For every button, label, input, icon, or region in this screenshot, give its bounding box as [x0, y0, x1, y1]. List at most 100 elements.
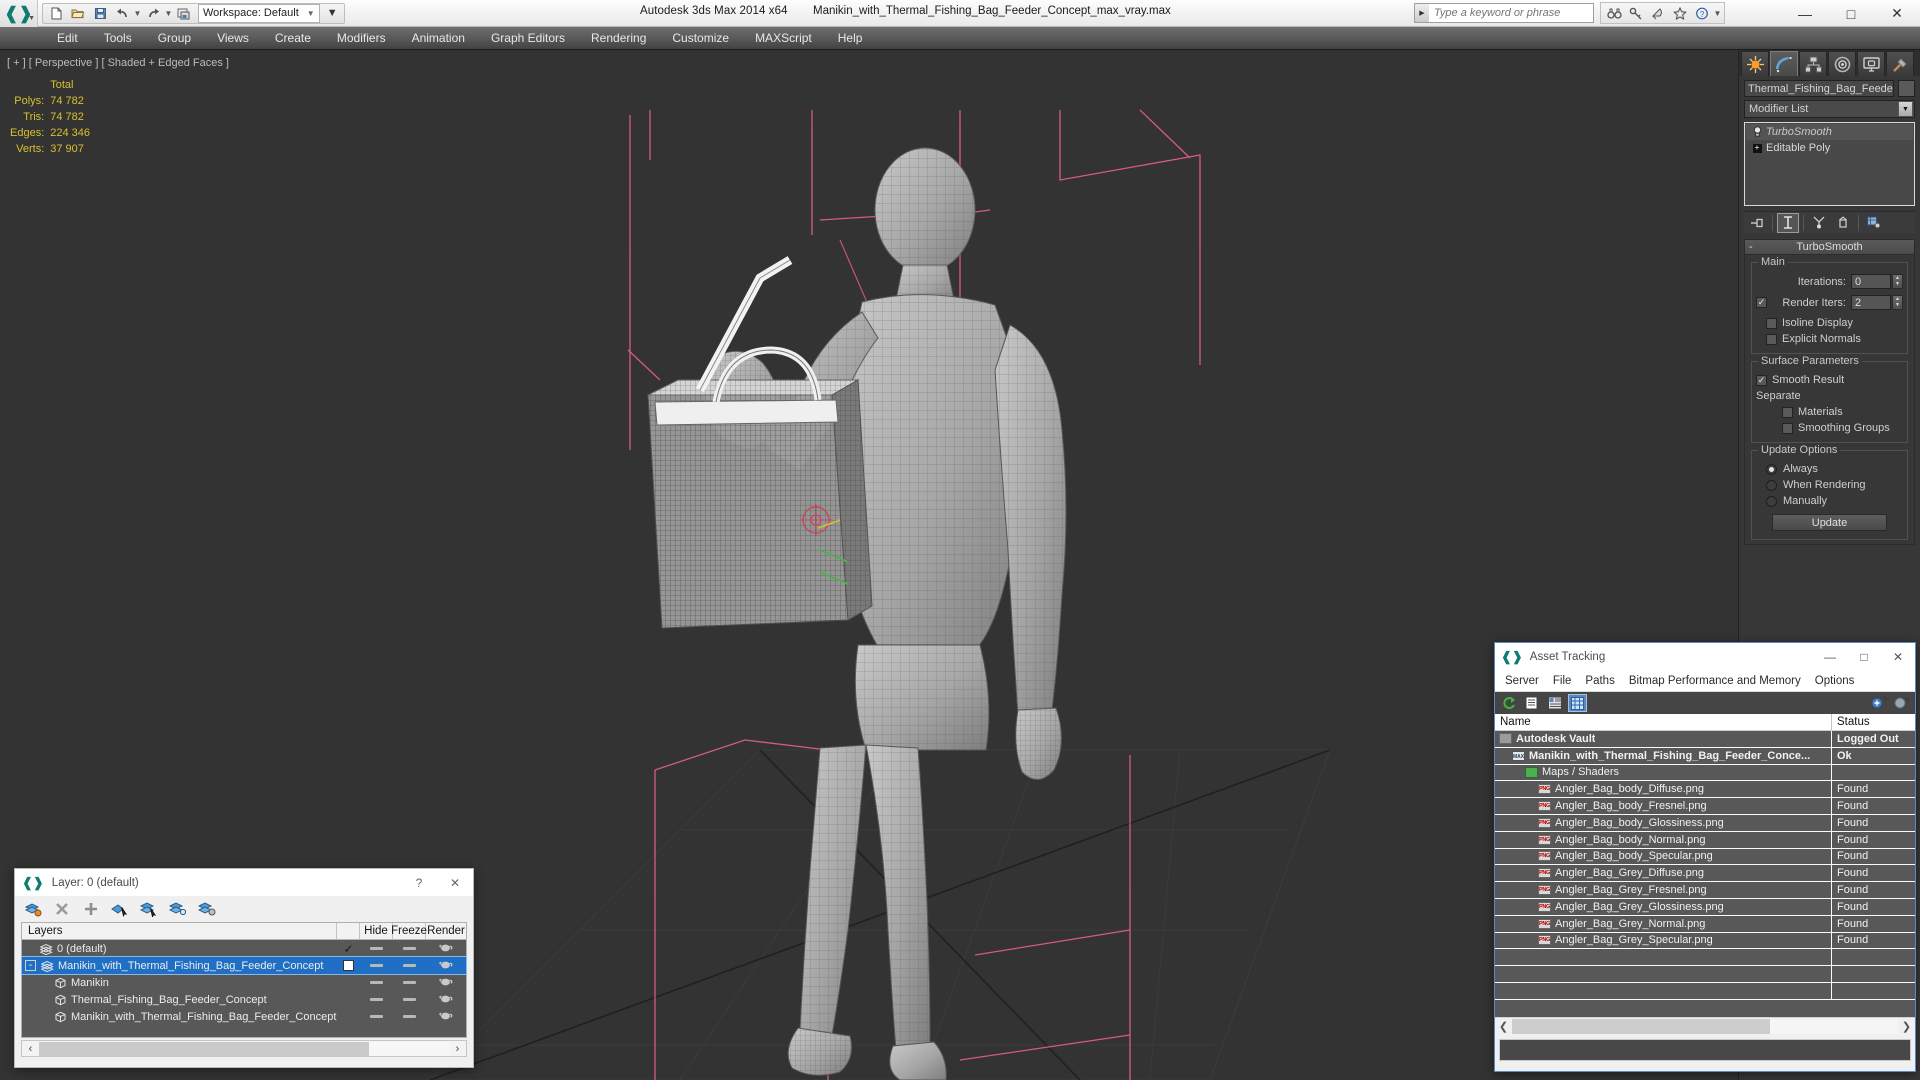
asset-row[interactable]: PNG Angler_Bag_body_Diffuse.png Found: [1495, 781, 1915, 799]
search-dropdown-icon[interactable]: ▶: [1415, 4, 1429, 22]
search-box[interactable]: ▶: [1414, 3, 1594, 23]
layer-freeze-cell[interactable]: [393, 1015, 426, 1018]
scroll-right-icon[interactable]: ❯: [1898, 1020, 1915, 1033]
application-logo-button[interactable]: ❰❱ ▼: [0, 0, 38, 27]
help-question-icon[interactable]: ?: [1691, 4, 1713, 23]
iterations-spinner[interactable]: ▲ ▼: [1892, 274, 1903, 289]
render-iters-checkbox[interactable]: ✓: [1756, 297, 1767, 308]
asset-menu-options[interactable]: Options: [1808, 675, 1862, 687]
layer-row[interactable]: Manikin: [22, 974, 466, 991]
update-option-manually[interactable]: Manually: [1756, 493, 1903, 509]
motion-tab[interactable]: [1828, 51, 1856, 76]
asset-row[interactable]: PNG Angler_Bag_Grey_Normal.png Found: [1495, 915, 1915, 933]
scroll-track[interactable]: [1512, 1019, 1898, 1034]
layer-hide-cell[interactable]: [360, 1015, 393, 1018]
chevron-down-icon[interactable]: ▼: [1898, 101, 1913, 117]
asset-row[interactable]: PNG Angler_Bag_Grey_Diffuse.png Found: [1495, 865, 1915, 883]
scroll-thumb[interactable]: [1512, 1019, 1770, 1034]
materials-row[interactable]: Materials: [1756, 404, 1903, 420]
render-iters-spinner[interactable]: ▲ ▼: [1892, 295, 1903, 310]
scroll-track[interactable]: [39, 1041, 449, 1056]
asset-row[interactable]: Maps / Shaders: [1495, 764, 1915, 782]
expander-icon[interactable]: -: [25, 960, 36, 971]
column-header-hide[interactable]: Hide: [360, 923, 393, 939]
satellite-dish-icon[interactable]: [1647, 4, 1669, 23]
column-header-render[interactable]: Render: [426, 923, 466, 939]
asset-row[interactable]: Autodesk Vault Logged Out: [1495, 731, 1915, 748]
new-file-icon[interactable]: [45, 4, 67, 23]
workspace-selector[interactable]: Workspace: Default ▼: [198, 3, 320, 23]
layer-render-cell[interactable]: [426, 993, 466, 1007]
layer-hide-cell[interactable]: [360, 981, 393, 984]
menu-edit[interactable]: Edit: [44, 27, 91, 50]
radio-when-rendering-icon[interactable]: [1766, 479, 1777, 491]
asset-row[interactable]: PNG Angler_Bag_body_Specular.png Found: [1495, 848, 1915, 866]
layer-hide-cell[interactable]: [360, 964, 393, 967]
smooth-result-row[interactable]: ✓ Smooth Result: [1756, 372, 1903, 388]
configure-modifier-sets-button[interactable]: [1863, 213, 1885, 233]
layer-horizontal-scrollbar[interactable]: ‹ ›: [21, 1040, 467, 1057]
layer-rows-container[interactable]: 0 (default) ✓ - Manikin_with_Thermal_Fishin…: [21, 940, 467, 1025]
modifier-list-dropdown[interactable]: Modifier List ▼: [1744, 100, 1915, 118]
create-new-layer-icon[interactable]: [23, 899, 43, 919]
layer-freeze-cell[interactable]: [393, 998, 426, 1001]
hierarchy-tab[interactable]: [1799, 51, 1827, 76]
explicit-normals-checkbox[interactable]: [1766, 333, 1777, 345]
layer-freeze-cell[interactable]: [393, 964, 426, 967]
column-header-layers[interactable]: Layers: [22, 923, 337, 939]
column-header-status[interactable]: Status: [1832, 714, 1915, 730]
update-option-always[interactable]: Always: [1756, 461, 1903, 477]
asset-row[interactable]: [1495, 982, 1915, 1000]
asset-row[interactable]: PNG Angler_Bag_body_Normal.png Found: [1495, 831, 1915, 849]
set-project-folder-icon[interactable]: [173, 4, 195, 23]
asset-menu-bitmap-performance[interactable]: Bitmap Performance and Memory: [1622, 675, 1808, 687]
smoothing-groups-checkbox[interactable]: [1782, 422, 1793, 434]
search-input[interactable]: [1429, 7, 1593, 19]
asset-row[interactable]: PNG Angler_Bag_Grey_Fresnel.png Found: [1495, 882, 1915, 899]
asset-row[interactable]: PNG Angler_Bag_body_Glossiness.png Found: [1495, 814, 1915, 832]
asset-menu-server[interactable]: Server: [1498, 675, 1546, 687]
asset-tracking-window[interactable]: ❰❱ Asset Tracking — □ ✕ Server File Path…: [1494, 642, 1916, 1072]
viewport-label[interactable]: [ + ] [ Perspective ] [ Shaded + Edged F…: [7, 57, 229, 69]
delete-layer-icon[interactable]: [52, 899, 72, 919]
modifier-stack[interactable]: TurboSmooth + Editable Poly: [1744, 122, 1915, 206]
empty-checkbox-icon[interactable]: [343, 960, 354, 971]
layer-freeze-cell[interactable]: [393, 981, 426, 984]
grid-view-icon[interactable]: [1568, 694, 1587, 712]
explicit-normals-row[interactable]: Explicit Normals: [1756, 331, 1903, 347]
utilities-tab[interactable]: [1886, 51, 1914, 76]
layer-row[interactable]: Thermal_Fishing_Bag_Feeder_Concept: [22, 991, 466, 1008]
update-option-when-rendering[interactable]: When Rendering: [1756, 477, 1903, 493]
menu-views[interactable]: Views: [204, 27, 262, 50]
show-end-result-button[interactable]: [1777, 212, 1799, 233]
object-name-field[interactable]: Thermal_Fishing_Bag_Feeder: [1744, 80, 1894, 97]
favorites-star-icon[interactable]: [1669, 4, 1691, 23]
layer-current-cell[interactable]: [337, 960, 360, 971]
asset-row[interactable]: [1495, 966, 1915, 983]
redo-dropdown-icon[interactable]: ▼: [164, 9, 173, 18]
column-header-name[interactable]: Name: [1495, 714, 1832, 730]
key-icon[interactable]: [1625, 4, 1647, 23]
binoculars-icon[interactable]: [1603, 4, 1625, 23]
open-file-icon[interactable]: [67, 4, 89, 23]
layer-freeze-cell[interactable]: [393, 947, 426, 950]
layer-row[interactable]: Manikin_with_Thermal_Fishing_Bag_Feeder_…: [22, 1008, 466, 1025]
radio-always-icon[interactable]: [1766, 463, 1777, 475]
isoline-display-checkbox[interactable]: [1766, 317, 1777, 329]
column-header-freeze[interactable]: Freeze: [391, 923, 427, 939]
workspace-dropdown-button[interactable]: ▼: [323, 7, 342, 19]
help-dropdown-icon[interactable]: ▼: [1713, 9, 1722, 18]
pin-stack-button[interactable]: [1746, 213, 1768, 233]
menu-rendering[interactable]: Rendering: [578, 27, 659, 50]
asset-menu-file[interactable]: File: [1546, 675, 1579, 687]
asset-row[interactable]: MAX Manikin_with_Thermal_Fishing_Bag_Feed…: [1495, 747, 1915, 765]
asset-row[interactable]: PNG Angler_Bag_body_Fresnel.png Found: [1495, 798, 1915, 815]
display-tab[interactable]: [1857, 51, 1885, 76]
layer-grid[interactable]: Layers Hide Freeze Render 0 (default) ✓ - M…: [21, 922, 467, 1038]
materials-checkbox[interactable]: [1782, 406, 1793, 418]
asset-row[interactable]: PNG Angler_Bag_Grey_Glossiness.png Found: [1495, 898, 1915, 916]
object-color-swatch[interactable]: [1898, 80, 1915, 97]
add-selection-to-layer-icon[interactable]: [81, 899, 101, 919]
scroll-left-icon[interactable]: ❮: [1495, 1020, 1512, 1033]
redo-icon[interactable]: [142, 4, 164, 23]
